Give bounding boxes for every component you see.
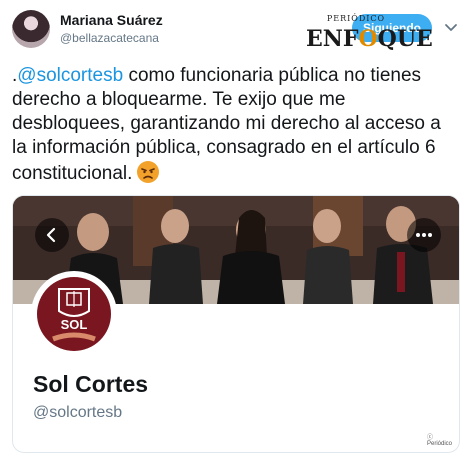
more-options-button[interactable]	[407, 218, 441, 252]
photo-watermark: ⓒ Periódico	[427, 435, 453, 447]
author-display-name[interactable]: Mariana Suárez	[60, 12, 163, 28]
profile-avatar-image: SOL	[37, 277, 111, 351]
mention-link[interactable]: @solcortesb	[17, 65, 123, 86]
previous-button[interactable]	[35, 218, 69, 252]
card-profile-name[interactable]: Sol Cortes	[33, 371, 148, 398]
crest-icon	[52, 288, 96, 342]
logo-top-text: PERIÓDICO	[326, 14, 386, 23]
enfoque-logo-watermark: PERIÓDICO ENFOQUE	[306, 14, 440, 58]
embedded-profile-card[interactable]: SOL Sol Cortes @solcortesb ⓒ Periódico	[12, 195, 460, 453]
card-profile-handle[interactable]: @solcortesb	[33, 404, 122, 422]
tweet-text: .@solcortesb como funcionaria pública no…	[12, 65, 441, 184]
tweet-header: Mariana Suárez @bellazacatecana Siguiend…	[0, 0, 469, 60]
chevron-down-icon[interactable]	[442, 18, 460, 36]
angry-face-icon	[137, 161, 160, 183]
more-dots-icon	[416, 233, 432, 237]
author-handle[interactable]: @bellazacatecana	[60, 31, 159, 45]
profile-avatar-label: SOL	[60, 317, 88, 332]
profile-avatar[interactable]: SOL	[31, 271, 117, 357]
author-avatar[interactable]	[12, 10, 50, 48]
logo-main-text: ENFOQUE	[306, 26, 433, 52]
chevron-left-icon	[46, 227, 56, 243]
